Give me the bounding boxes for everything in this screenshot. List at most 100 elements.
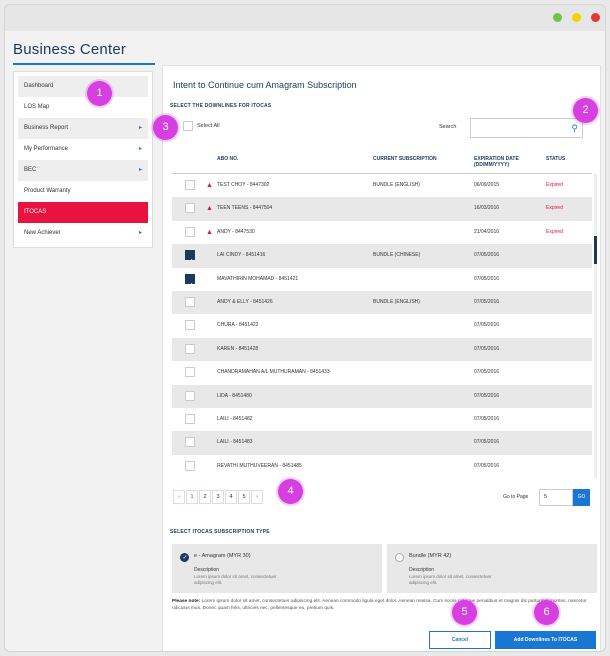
row-checkbox[interactable] [185,437,195,448]
please-note: Please note: Lorem ipsum dolor sit amet,… [172,598,592,612]
table-scrollbar[interactable] [594,174,597,478]
search-icon[interactable]: ⚲ [571,123,578,134]
caret-right-icon[interactable]: ▸ [139,223,142,244]
expiration-cell: 07/05/2016 [474,252,500,259]
callout-marker-5: 5 [452,600,477,625]
sidebar-item-product-warranty[interactable]: Product Warranty [18,181,148,202]
subscription-option-bundle[interactable]: Bundle (MYR 42) Description Lorem ipsum … [387,544,597,593]
sidebar-item-itocas[interactable]: ITOCAS [18,202,148,223]
window-titlebar [5,5,605,31]
pagination-page-2[interactable]: 2 [199,490,211,504]
sidebar-item-bec[interactable]: BEC ▸ [18,160,148,181]
row-checkbox[interactable] [185,273,195,297]
sidebar-item-new-achiever[interactable]: New Achiever ▸ [18,223,148,244]
row-checkbox[interactable] [185,203,195,214]
row-checkbox[interactable] [185,226,195,237]
table-header: ABO NO. CURRENT SUBSCRIPTION EXPIRATION … [172,152,592,174]
callout-marker-6: 6 [534,600,559,625]
goto-page-input[interactable]: 5 [539,489,573,506]
status-cell: Expired [546,228,563,235]
row-checkbox[interactable] [185,460,195,471]
e-amagram-radio[interactable] [180,553,189,562]
add-downlines-button[interactable]: Add Downlines To ITOCAS [495,631,596,649]
bundle-radio[interactable] [395,553,404,562]
row-checkbox[interactable] [185,296,195,307]
row-checkbox[interactable] [185,343,195,354]
page-title: Intent to Continue cum Amagram Subscript… [173,80,357,90]
abo-cell: ANDY & ELLY - 8451426 [217,298,273,305]
sidebar-item-my-performance[interactable]: My Performance ▸ [18,139,148,160]
caret-right-icon[interactable]: ▸ [139,139,142,160]
callout-marker-1: 1 [87,81,112,106]
sidebar-nav: Dashboard LOS Map Business Report ▸ My Perfo… [13,71,153,248]
column-header-abo[interactable]: ABO NO. [217,156,238,162]
expiration-cell: 16/03/2016 [474,205,500,212]
sidebar-item-label: New Achiever [24,230,61,236]
goto-page-button[interactable]: GO [573,489,590,506]
pagination-prev-button[interactable]: ‹ [173,490,185,504]
table-row[interactable]: CHANDRAMAHAN A/L MUTHURAMAN - 8451433 07/… [172,361,592,385]
table-row[interactable]: KAREN - 8451428 07/05/2016 [172,337,592,362]
close-window-button[interactable] [591,13,600,22]
pagination-page-4[interactable]: 4 [225,490,237,504]
abo-cell: LIDA - 8451480 [217,392,252,399]
subscription-option-e-amagram[interactable]: e - Amagram (MYR 30) Description Lorem i… [172,544,382,593]
table-row[interactable]: LAI CINDY - 8451416 BUNDLE (CHINESE) 07/05… [172,244,592,274]
table-row[interactable]: ▲ ANDY - 8447530 21/04/2016 Expired [172,220,592,245]
table-row[interactable]: REVATHI MUTHUVEERAN - 8451485 07/05/2016 [172,454,592,479]
row-checkbox[interactable] [185,250,195,274]
pagination-page-3[interactable]: 3 [212,490,224,504]
row-checkbox[interactable] [185,180,195,190]
abo-cell: KAREN - 8451428 [217,345,259,352]
app-window: Business Center Dashboard LOS Map Business… [4,4,606,652]
sidebar-item-label: Product Warranty [24,188,71,194]
abo-cell: LAI CINDY - 8451416 [217,252,266,259]
table-row[interactable]: ▲ TEEN TEENS - 8447504 16/03/2016 Expired [172,197,592,221]
status-cell: Expired [546,182,563,188]
caret-right-icon[interactable]: ▸ [139,118,142,139]
sidebar-item-business-report[interactable]: Business Report ▸ [18,118,148,139]
maximize-window-button[interactable] [553,13,562,22]
table-row[interactable]: ▲ TEST CHOY - 8447302 BUNDLE (ENGLISH) 06/0… [172,174,592,198]
expiration-cell: 07/05/2016 [474,369,500,376]
sidebar-item-dashboard[interactable]: Dashboard [18,76,148,97]
search-input[interactable]: ⚲ [470,118,583,138]
subscription-cell: BUNDLE (ENGLISH) [373,182,420,188]
option-description: Lorem ipsum dolor sit amet, consectetuer… [194,574,277,585]
table-row[interactable]: CHURA - 8451422 07/05/2016 [172,314,592,338]
sidebar-item-los-map[interactable]: LOS Map [18,97,148,118]
row-checkbox[interactable] [185,367,195,378]
pagination-page-1[interactable]: 1 [186,490,198,504]
table-row[interactable]: MAVATHIRIN MOHAMAD - 8451421 07/05/2016 [172,267,592,297]
column-header-status[interactable]: STATUS [546,156,565,162]
select-all-control[interactable]: Select All [183,121,220,131]
expiration-cell: 07/05/2016 [474,275,500,282]
table-row[interactable]: LAILI - 8451483 07/05/2016 [172,431,592,455]
row-checkbox[interactable] [185,320,195,331]
pagination: ‹ 1 2 3 4 5 › [173,490,263,504]
table-row[interactable]: LAILI - 8451482 07/05/2016 [172,407,592,432]
select-all-checkbox[interactable] [183,121,193,131]
row-checkbox[interactable] [185,413,195,424]
abo-cell: TEEN TEENS - 8447504 [217,205,273,212]
caret-right-icon[interactable]: ▸ [139,160,142,181]
pagination-next-button[interactable]: › [251,490,263,504]
abo-cell: REVATHI MUTHUVEERAN - 8451485 [217,462,302,469]
expiration-cell: 07/05/2016 [474,322,500,329]
table-row[interactable]: ANDY & ELLY - 8451426 BUNDLE (ENGLISH) 07/… [172,290,592,315]
column-header-expiration[interactable]: EXPIRATION DATE (DD/MM/YYYY) [474,156,519,168]
table-row[interactable]: LIDA - 8451480 07/05/2016 [172,384,592,408]
downlines-section-label: SELECT THE DOWNLINES FOR ITOCAS [170,103,272,109]
sidebar-item-label: Dashboard [24,83,54,89]
column-header-subscription[interactable]: CURRENT SUBSCRIPTION [373,156,437,162]
cancel-button[interactable]: Cancel [429,631,491,649]
note-label: Please note: [172,599,201,604]
minimize-window-button[interactable] [572,13,581,22]
row-checkbox[interactable] [185,390,195,401]
abo-cell: CHANDRAMAHAN A/L MUTHURAMAN - 8451433 [217,369,330,376]
expiration-cell: 07/05/2016 [474,415,500,422]
pagination-page-5[interactable]: 5 [238,490,250,504]
sidebar-item-label: BEC [24,167,37,173]
table-scrollbar-thumb[interactable] [594,236,597,264]
expiration-cell: 07/05/2016 [474,345,500,352]
